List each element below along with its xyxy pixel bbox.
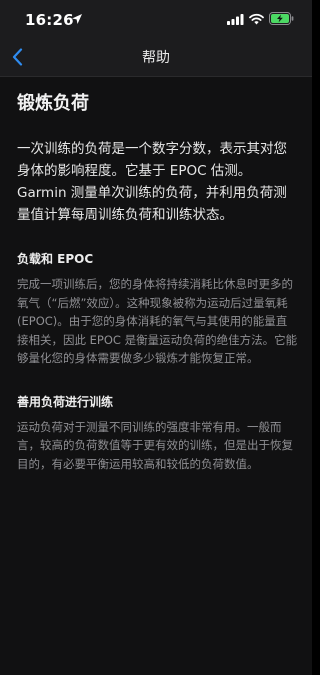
section-body: 运动负荷对于测量不同训练的强度非常有用。一般而言，较高的负荷数值等于更有效的训练… [17, 419, 293, 471]
section-body: 完成一项训练后，您的身体将持续消耗比休息时更多的氧气（“后燃”效应）。这种现象被… [17, 277, 298, 365]
status-time: 16:26 [25, 11, 74, 29]
location-arrow-icon [72, 14, 82, 24]
cellular-signal-icon [227, 14, 244, 25]
intro-paragraph: 一次训练的负荷是一个数字分数，表示其对您身体的影响程度。它基于 EPOC 估测。… [17, 141, 287, 223]
section-heading: 负载和 EPOC [17, 252, 94, 266]
nav-title: 帮助 [142, 50, 170, 66]
help-article: 锻炼负荷 一次训练的负荷是一个数字分数，表示其对您身体的影响程度。它基于 EPO… [17, 92, 298, 499]
navigation-bar: 帮助 [0, 38, 312, 77]
section-training-with-load: 善用负荷进行训练 运动负荷对于测量不同训练的强度非常有用。一般而言，较高的负荷数… [17, 394, 298, 474]
section-heading: 善用负荷进行训练 [17, 394, 114, 409]
section-load-epoc: 负载和 EPOC 完成一项训练后，您的身体将持续消耗比休息时更多的氧气（“后燃”… [17, 251, 298, 368]
status-bar: 16:26 [0, 0, 312, 38]
wifi-icon [249, 13, 264, 25]
battery-charging-icon [269, 12, 294, 25]
page-title: 锻炼负荷 [17, 93, 89, 114]
help-screen: 16:26 帮助 锻炼负荷 一次训练的负荷是一个数字分数，表示其对您身体的影响程… [0, 0, 312, 675]
